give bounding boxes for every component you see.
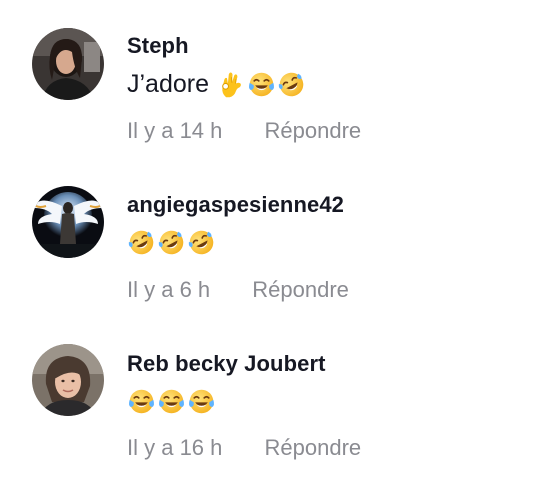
tears-of-joy-emoji bbox=[187, 387, 216, 416]
comment-meta: Il y a 14 h Répondre bbox=[127, 118, 361, 144]
comment-meta: Il y a 16 h Répondre bbox=[127, 435, 361, 461]
comment-item: angiegaspesienne42 Il y a 6 h Répondre bbox=[0, 159, 542, 309]
comment-text-body: J’adore bbox=[127, 69, 209, 98]
comment-item: Steph J’adore Il y a 14 h Répondre bbox=[0, 0, 542, 150]
username[interactable]: angiegaspesienne42 bbox=[127, 192, 344, 218]
ok-hand-emoji bbox=[217, 70, 246, 99]
comment-item: Reb becky Joubert Il y a 16 h Répondre bbox=[0, 318, 542, 468]
timestamp: Il y a 16 h bbox=[127, 435, 223, 460]
avatar[interactable] bbox=[32, 28, 104, 100]
avatar[interactable] bbox=[32, 186, 104, 258]
rofl-emoji bbox=[187, 228, 216, 257]
tears-of-joy-emoji bbox=[157, 387, 186, 416]
timestamp: Il y a 6 h bbox=[127, 277, 211, 302]
avatar[interactable] bbox=[32, 344, 104, 416]
reply-button[interactable]: Répondre bbox=[252, 277, 349, 303]
username[interactable]: Steph bbox=[127, 33, 189, 59]
rofl-emoji bbox=[157, 228, 186, 257]
tears-of-joy-emoji bbox=[127, 387, 156, 416]
timestamp: Il y a 14 h bbox=[127, 118, 223, 143]
comment-text: J’adore bbox=[127, 67, 307, 101]
comment-meta: Il y a 6 h Répondre bbox=[127, 277, 349, 303]
reply-button[interactable]: Répondre bbox=[265, 118, 362, 144]
tears-of-joy-emoji bbox=[247, 70, 276, 99]
rofl-emoji bbox=[277, 70, 306, 99]
comment-text bbox=[127, 384, 217, 418]
reply-button[interactable]: Répondre bbox=[265, 435, 362, 461]
comment-text bbox=[127, 225, 217, 259]
rofl-emoji bbox=[127, 228, 156, 257]
username[interactable]: Reb becky Joubert bbox=[127, 351, 326, 377]
